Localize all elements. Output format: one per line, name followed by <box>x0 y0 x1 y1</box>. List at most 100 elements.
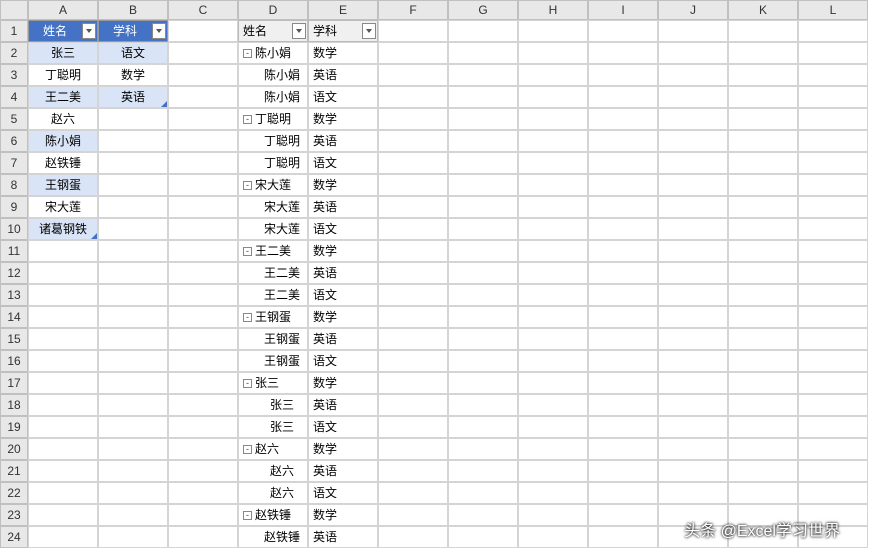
cell-C15[interactable] <box>168 328 238 350</box>
cell-B24[interactable] <box>98 526 168 548</box>
row-header-10[interactable]: 10 <box>0 218 28 240</box>
cell-D1[interactable]: 姓名 <box>238 20 308 42</box>
row-header-5[interactable]: 5 <box>0 108 28 130</box>
cell-J15[interactable] <box>658 328 728 350</box>
cell-I9[interactable] <box>588 196 658 218</box>
cell-H22[interactable] <box>518 482 588 504</box>
cell-D11[interactable]: -王二美 <box>238 240 308 262</box>
cell-B6[interactable] <box>98 130 168 152</box>
cell-D18[interactable]: 张三 <box>238 394 308 416</box>
collapse-icon[interactable]: - <box>243 445 252 454</box>
cell-G21[interactable] <box>448 460 518 482</box>
cell-C9[interactable] <box>168 196 238 218</box>
cell-C8[interactable] <box>168 174 238 196</box>
cell-B12[interactable] <box>98 262 168 284</box>
cell-D13[interactable]: 王二美 <box>238 284 308 306</box>
cell-F1[interactable] <box>378 20 448 42</box>
cell-L18[interactable] <box>798 394 868 416</box>
cell-G15[interactable] <box>448 328 518 350</box>
cell-F12[interactable] <box>378 262 448 284</box>
cell-E22[interactable]: 语文 <box>308 482 378 504</box>
cell-G6[interactable] <box>448 130 518 152</box>
cell-C7[interactable] <box>168 152 238 174</box>
cell-K11[interactable] <box>728 240 798 262</box>
row-header-9[interactable]: 9 <box>0 196 28 218</box>
cell-A20[interactable] <box>28 438 98 460</box>
cell-D19[interactable]: 张三 <box>238 416 308 438</box>
cell-J16[interactable] <box>658 350 728 372</box>
cell-B18[interactable] <box>98 394 168 416</box>
collapse-icon[interactable]: - <box>243 49 252 58</box>
cell-E11[interactable]: 数学 <box>308 240 378 262</box>
cell-D2[interactable]: -陈小娟 <box>238 42 308 64</box>
cell-C1[interactable] <box>168 20 238 42</box>
cell-E3[interactable]: 英语 <box>308 64 378 86</box>
cell-F16[interactable] <box>378 350 448 372</box>
cell-G7[interactable] <box>448 152 518 174</box>
cell-D15[interactable]: 王钢蛋 <box>238 328 308 350</box>
column-header-K[interactable]: K <box>728 0 798 20</box>
column-header-J[interactable]: J <box>658 0 728 20</box>
cell-F4[interactable] <box>378 86 448 108</box>
cell-K7[interactable] <box>728 152 798 174</box>
cell-C2[interactable] <box>168 42 238 64</box>
row-header-18[interactable]: 18 <box>0 394 28 416</box>
cell-G19[interactable] <box>448 416 518 438</box>
cell-A23[interactable] <box>28 504 98 526</box>
cell-C3[interactable] <box>168 64 238 86</box>
cell-L7[interactable] <box>798 152 868 174</box>
cell-I8[interactable] <box>588 174 658 196</box>
cell-K14[interactable] <box>728 306 798 328</box>
cell-E24[interactable]: 英语 <box>308 526 378 548</box>
cell-L6[interactable] <box>798 130 868 152</box>
cell-D8[interactable]: -宋大莲 <box>238 174 308 196</box>
cell-G13[interactable] <box>448 284 518 306</box>
cell-F15[interactable] <box>378 328 448 350</box>
row-header-2[interactable]: 2 <box>0 42 28 64</box>
row-header-11[interactable]: 11 <box>0 240 28 262</box>
cell-J8[interactable] <box>658 174 728 196</box>
cell-H5[interactable] <box>518 108 588 130</box>
cell-A15[interactable] <box>28 328 98 350</box>
cell-K19[interactable] <box>728 416 798 438</box>
cell-A7[interactable]: 赵铁锤 <box>28 152 98 174</box>
cell-A1[interactable]: 姓名 <box>28 20 98 42</box>
cell-L17[interactable] <box>798 372 868 394</box>
cell-B10[interactable] <box>98 218 168 240</box>
cell-H13[interactable] <box>518 284 588 306</box>
cell-E13[interactable]: 语文 <box>308 284 378 306</box>
cell-I15[interactable] <box>588 328 658 350</box>
cell-B2[interactable]: 语文 <box>98 42 168 64</box>
cell-B14[interactable] <box>98 306 168 328</box>
cell-B4[interactable]: 英语 <box>98 86 168 108</box>
cell-J2[interactable] <box>658 42 728 64</box>
cell-G12[interactable] <box>448 262 518 284</box>
cell-C6[interactable] <box>168 130 238 152</box>
column-header-E[interactable]: E <box>308 0 378 20</box>
cell-F10[interactable] <box>378 218 448 240</box>
cell-K10[interactable] <box>728 218 798 240</box>
cell-F7[interactable] <box>378 152 448 174</box>
cell-G22[interactable] <box>448 482 518 504</box>
cell-K16[interactable] <box>728 350 798 372</box>
cell-D24[interactable]: 赵铁锤 <box>238 526 308 548</box>
cell-L2[interactable] <box>798 42 868 64</box>
cell-L3[interactable] <box>798 64 868 86</box>
cell-G5[interactable] <box>448 108 518 130</box>
cell-B9[interactable] <box>98 196 168 218</box>
cell-G10[interactable] <box>448 218 518 240</box>
cell-A22[interactable] <box>28 482 98 504</box>
cell-A19[interactable] <box>28 416 98 438</box>
cell-F9[interactable] <box>378 196 448 218</box>
filter-dropdown-icon[interactable] <box>152 23 166 39</box>
cell-B11[interactable] <box>98 240 168 262</box>
cell-I21[interactable] <box>588 460 658 482</box>
cell-E6[interactable]: 英语 <box>308 130 378 152</box>
column-header-L[interactable]: L <box>798 0 868 20</box>
cell-G20[interactable] <box>448 438 518 460</box>
cell-I2[interactable] <box>588 42 658 64</box>
cell-F23[interactable] <box>378 504 448 526</box>
cell-H14[interactable] <box>518 306 588 328</box>
cell-H3[interactable] <box>518 64 588 86</box>
cell-E9[interactable]: 英语 <box>308 196 378 218</box>
